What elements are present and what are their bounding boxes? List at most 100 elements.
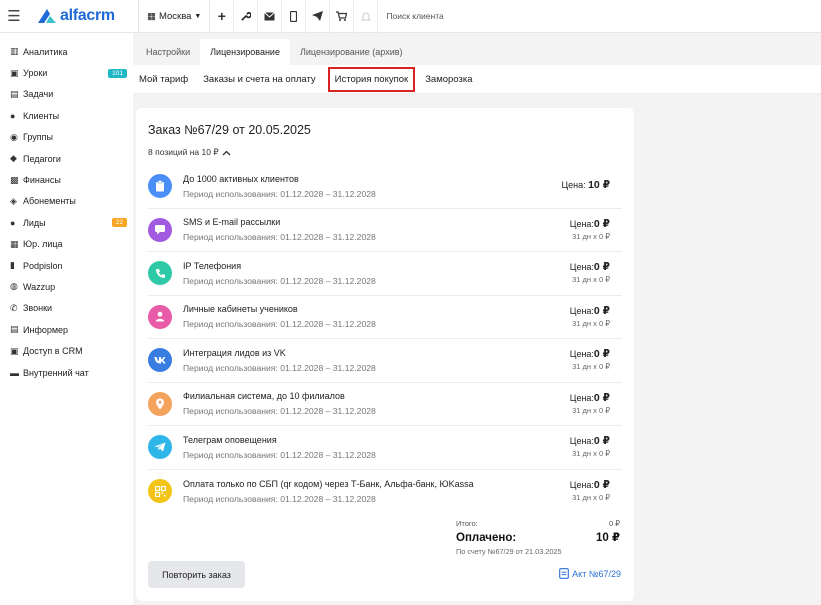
sidebar-item-label: Педагоги [23,153,61,164]
user-icon: ● [10,110,16,121]
sidebar-item-calls[interactable]: ✆ Звонки [0,298,133,319]
bank-icon: ▦ [10,238,19,249]
chat-icon: ▬ [10,367,19,378]
item-name: Личные кабинеты учеников [183,304,298,315]
sidebar-item-label: Клиенты [23,110,60,121]
tab-freeze[interactable]: Заморозка [420,65,477,94]
sidebar-item-informer[interactable]: ▤ Информер [0,319,133,340]
phone-icon: ✆ [10,302,18,313]
menu-icon[interactable]: ☰ [0,0,28,33]
tab-licensing-archive[interactable]: Лицензирование (архив) [290,39,413,65]
item-name: IP Телефония [183,260,242,271]
tab-my-plan[interactable]: Мой тариф [133,65,193,94]
lessons-count-badge: 101 [108,68,127,78]
item-price: Цена:0 ₽ 31 дн x 0 ₽ [570,305,610,328]
price-label: Цена: [569,479,594,490]
order-title: Заказ №67/29 от 20.05.2025 [148,123,311,137]
tab-licensing[interactable]: Лицензирование [200,39,290,65]
vk-icon [148,348,172,373]
repeat-order-button[interactable]: Повторить заказ [148,561,245,588]
price-calculation: 31 дн x 0 ₽ [572,449,610,458]
price-label: Цена: [569,218,594,229]
price-label: Цена: [569,392,594,403]
paid-value: 10 ₽ [596,532,620,544]
sms-icon [148,217,172,242]
list-item: Оплата только по СБП (qr кодом) через Т-… [148,470,622,514]
group-icon: ◉ [10,131,18,142]
secondary-tabs: Мой тариф Заказы и счета на оплату Истор… [133,65,821,94]
order-totals: Итого: 0 ₽ Оплачено: 10 ₽ По счету №67/2… [456,519,620,556]
sidebar-item-subscriptions[interactable]: ◈ Абонементы [0,191,133,212]
sidebar-item-finance[interactable]: ▩ Финансы [0,169,133,190]
sidebar-item-clients[interactable]: ● Клиенты [0,105,133,126]
item-price: Цена:0 ₽ 31 дн x 0 ₽ [570,435,610,458]
sidebar-item-legal-entities[interactable]: ▦ Юр. лица [0,234,133,255]
item-price: Цена: 10 ₽ [561,179,610,191]
act-link[interactable]: Акт №67/29 [559,568,621,579]
mobile-icon[interactable] [282,0,307,33]
clipboard-icon [148,174,172,199]
price-calculation: 31 дн x 0 ₽ [572,492,610,502]
sidebar-item-crm-access[interactable]: ▣ Доступ в CRM [0,340,133,361]
primary-tabs: Настройки Лицензирование Лицензирование … [136,39,413,65]
total-value: 0 ₽ [608,519,620,528]
document-icon: ▮ [10,260,15,271]
sidebar-item-label: Аналитика [23,46,68,57]
tab-settings[interactable]: Настройки [136,39,200,65]
logo-icon [38,9,56,23]
sidebar-item-analytics[interactable]: ▥ Аналитика [0,41,133,62]
order-number: Заказ №67/29 [148,123,229,137]
sidebar-item-label: Абонементы [23,196,76,207]
sidebar: ▥ Аналитика ▣ Уроки 101 ▤ Задачи ● Клиен… [0,33,133,605]
informer-icon: ▤ [10,324,19,335]
item-period: Период использования: 01.12.2028 – 31.12… [183,188,376,199]
sidebar-item-lessons[interactable]: ▣ Уроки 101 [0,62,133,83]
item-period: Период использования: 01.12.2028 – 31.12… [183,493,376,504]
list-item: Телеграм оповещения Период использования… [148,426,622,470]
cart-icon[interactable] [330,0,355,33]
tab-orders-invoices[interactable]: Заказы и счета на оплату [198,65,320,94]
client-search-input[interactable] [378,1,579,31]
invoice-note: По счету №67/29 от 21.03.2025 [456,547,562,556]
sidebar-item-internal-chat[interactable]: ▬ Внутренний чат [0,362,133,383]
price-label: Цена: [569,436,594,446]
graduation-cap-icon: ◆ [10,153,17,164]
sidebar-item-teachers[interactable]: ◆ Педагоги [0,148,133,169]
mail-icon[interactable] [258,0,283,33]
telegram-icon[interactable] [306,0,331,33]
tab-purchase-history[interactable]: История покупок [327,66,416,92]
plus-icon[interactable]: + [210,0,235,33]
sidebar-item-leads[interactable]: ● Лиды 22 [0,212,133,233]
item-name: Интеграция лидов из VK [183,347,286,358]
sidebar-item-wazzup[interactable]: ◍ Wazzup [0,276,133,297]
bell-icon[interactable] [354,0,379,33]
sidebar-item-label: Задачи [23,89,54,100]
price-value: 0 ₽ [593,391,610,404]
item-name: До 1000 активных клиентов [183,173,299,184]
sidebar-item-podpislon[interactable]: ▮ Podpislon [0,255,133,276]
price-value: 0 ₽ [593,261,610,273]
order-card: Заказ №67/29 от 20.05.2025 8 позиций на … [136,108,634,601]
logo[interactable]: alfacrm [38,7,138,25]
city-label: Москва [158,10,192,22]
sidebar-item-label: Группы [23,132,53,143]
caret-down-icon: ▼ [194,12,202,20]
sidebar-item-tasks[interactable]: ▤ Задачи [0,84,133,105]
leads-count-badge: 22 [111,218,127,228]
phone-icon [148,261,172,286]
item-price: Цена:0 ₽ 31 дн x 0 ₽ [570,348,610,371]
item-period: Период использования: 01.12.2028 – 31.12… [183,406,376,417]
wrench-icon[interactable] [234,0,259,33]
price-calculation: 31 дн x 0 ₽ [572,318,610,328]
total-label: Итого: [456,519,478,528]
document-icon [559,568,570,579]
building-icon: ▦ [147,10,156,22]
positions-summary: 8 позиций на 10 ₽ [148,147,219,157]
student-icon [148,304,172,329]
sidebar-item-label: Внутренний чат [23,367,89,378]
sidebar-item-groups[interactable]: ◉ Группы [0,127,133,148]
positions-toggle[interactable]: 8 позиций на 10 ₽ [148,147,231,158]
sidebar-item-label: Юр. лица [23,239,63,250]
city-selector[interactable]: ▦ Москва ▼ [139,0,209,33]
whatsapp-icon: ◍ [10,281,18,292]
